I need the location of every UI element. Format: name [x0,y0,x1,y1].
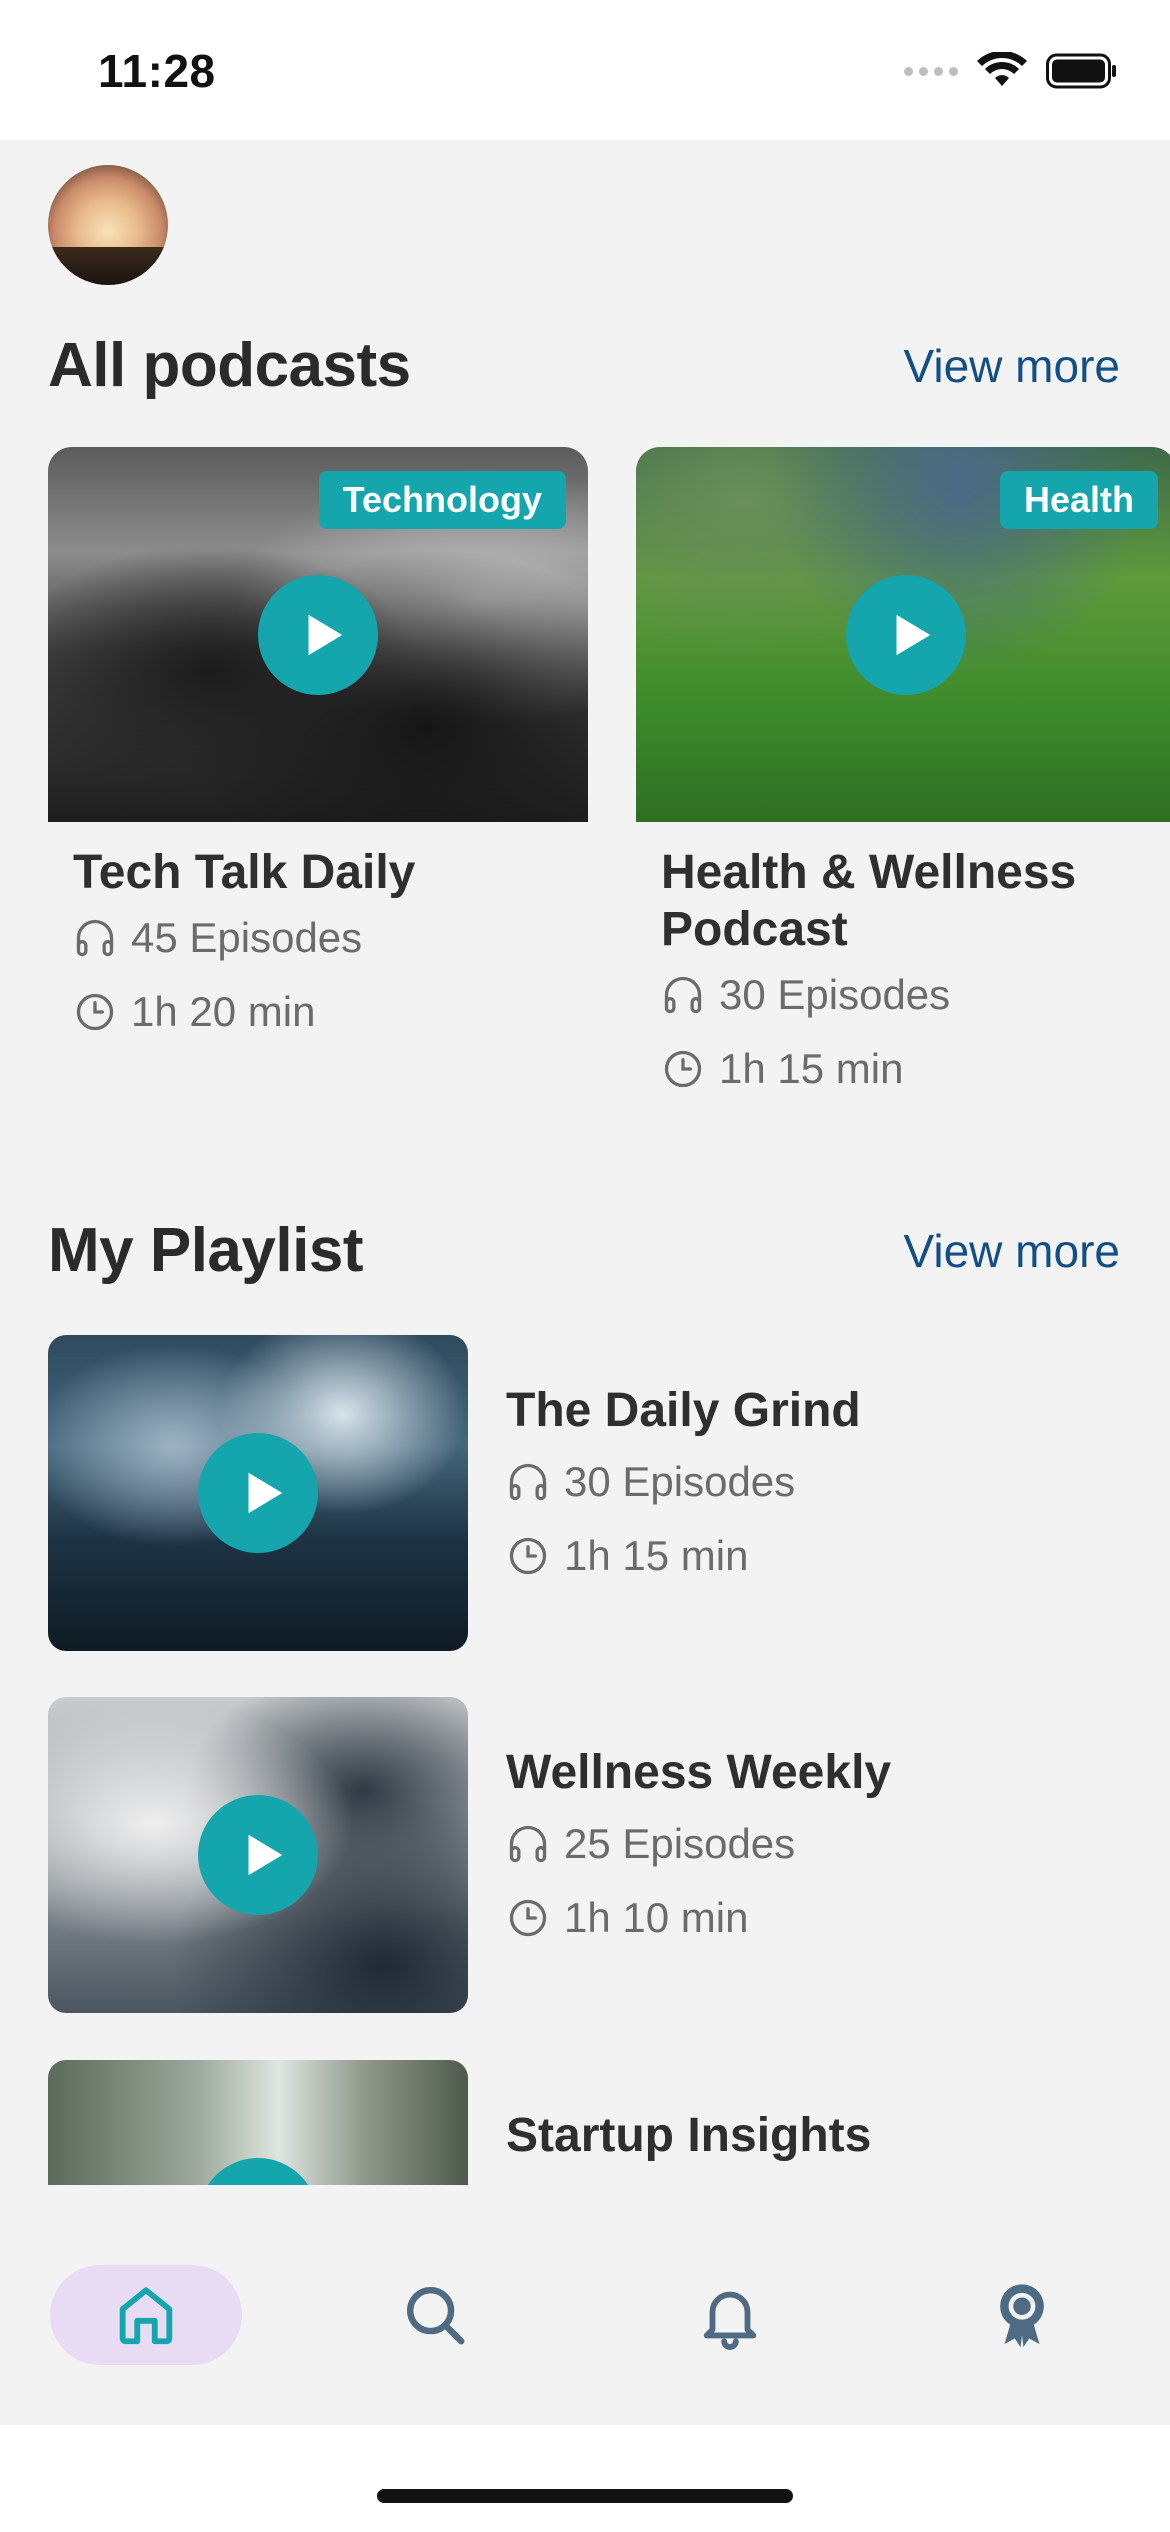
episodes-count: 30 Episodes [719,971,951,1018]
playlist-title: The Daily Grind [506,1384,861,1437]
headphones-icon [664,976,702,1014]
my-playlist-header: My Playlist View more [48,1215,1120,1286]
headphones-icon [509,1463,547,1501]
nav-notifications[interactable] [670,2265,790,2365]
episodes-row: 25 Episodes [506,1807,891,1881]
playlist-title: Startup Insights [506,2109,872,2162]
clock-icon [509,1899,547,1937]
play-button[interactable] [198,1795,318,1915]
playlist-info: The Daily Grind 30 Episodes 1h 15 min [506,1381,861,1593]
podcast-cover-image: Technology [48,447,588,822]
play-button[interactable] [258,575,378,695]
home-content[interactable]: All podcasts View more Technology Tech T… [0,140,1170,2425]
duration-row: 1h 15 min [636,1032,1170,1106]
playlist-item[interactable]: The Daily Grind 30 Episodes 1h 15 min [48,1335,1128,1651]
duration-row: 1h 10 min [506,1881,891,1955]
search-icon [407,2287,465,2345]
episodes-row: 45 Episodes [48,901,588,975]
playlist-thumbnail [48,1697,468,2013]
podcast-card[interactable]: Technology Tech Talk Daily 45 Episodes 1… [48,447,588,1049]
play-button[interactable] [198,1433,318,1553]
award-icon [1000,2284,1044,2348]
duration-text: 1h 10 min [564,1894,749,1941]
all-podcasts-header: All podcasts View more [48,330,1120,401]
headphones-icon [76,919,114,957]
home-indicator-area [0,2425,1170,2532]
category-badge: Technology [318,471,566,529]
view-more-link[interactable]: View more [904,339,1120,393]
episodes-row: 30 Episodes [636,958,1170,1032]
playlist-thumbnail [48,1335,468,1651]
section-title: My Playlist [48,1216,363,1285]
status-bar: 11:28 [0,0,1170,140]
home-indicator[interactable] [377,2489,793,2503]
home-icon [119,2287,173,2345]
bell-icon [703,2291,757,2350]
wifi-icon [977,52,1027,86]
battery-icon [1046,53,1116,89]
app-screen: 11:28 All podcasts View more Technology … [0,0,1170,2532]
clock-icon [509,1537,547,1575]
playlist-title: Wellness Weekly [506,1746,892,1799]
duration-row: 1h 15 min [506,1519,861,1593]
playlist-info: Startup Insights [506,2106,871,2170]
play-icon [308,614,343,656]
episodes-count: 25 Episodes [564,1820,796,1867]
section-title: All podcasts [48,331,411,400]
play-icon [248,1472,283,1514]
duration-row: 1h 20 min [48,975,588,1049]
podcast-title: Health & Wellness Podcast [661,846,1077,956]
duration-text: 1h 20 min [131,988,316,1035]
episodes-count: 30 Episodes [564,1458,796,1505]
nav-achievements[interactable] [962,2265,1082,2365]
avatar[interactable] [48,165,168,285]
podcast-cover-image: Health [636,447,1170,822]
podcast-carousel[interactable]: Technology Tech Talk Daily 45 Episodes 1… [48,447,1170,1127]
category-badge: Health [999,471,1158,529]
status-icons [904,52,1118,90]
status-time: 11:28 [98,45,216,97]
duration-text: 1h 15 min [564,1532,749,1579]
playlist-item[interactable]: Wellness Weekly 25 Episodes 1h 10 min [48,1697,1128,2013]
nav-search[interactable] [375,2265,495,2365]
episodes-count: 45 Episodes [131,914,363,961]
nav-home[interactable] [50,2265,242,2365]
view-more-link[interactable]: View more [904,1224,1120,1278]
clock-icon [664,1050,702,1088]
headphones-icon [509,1825,547,1863]
episodes-row: 30 Episodes [506,1445,861,1519]
bottom-nav [0,2185,1170,2425]
play-icon [248,1834,283,1876]
podcast-card[interactable]: Health Health & Wellness Podcast 30 Epis… [636,447,1170,1106]
signal-icon [904,66,958,76]
play-icon [896,614,931,656]
duration-text: 1h 15 min [719,1045,904,1092]
podcast-title: Tech Talk Daily [73,846,416,899]
playlist-info: Wellness Weekly 25 Episodes 1h 10 min [506,1743,891,1955]
play-button[interactable] [846,575,966,695]
clock-icon [76,993,114,1031]
